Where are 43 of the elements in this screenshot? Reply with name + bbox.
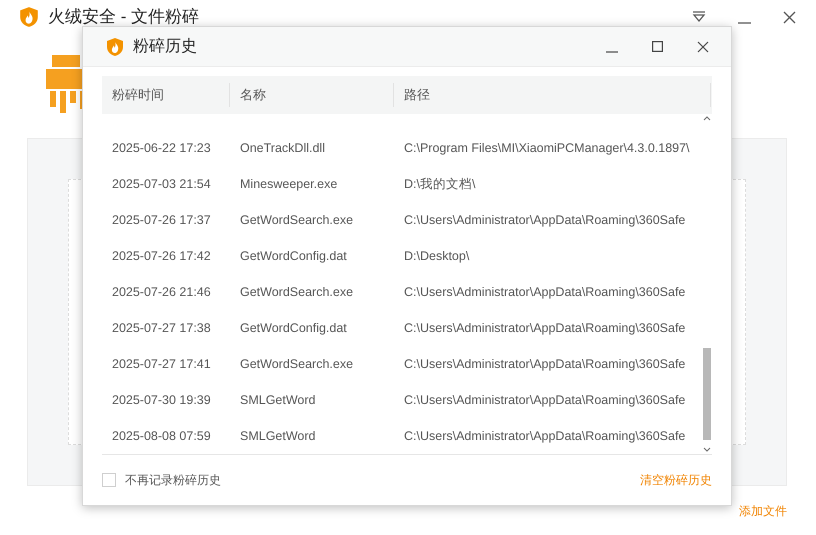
file-name-cell: GetWordConfig.dat	[240, 248, 347, 263]
checkbox[interactable]	[102, 473, 116, 487]
path-cell: D:\我的文档\	[404, 176, 476, 191]
time-cell: 2025-08-08 07:59	[112, 428, 211, 443]
file-name-cell: GetWordConfig.dat	[240, 320, 347, 335]
column-header[interactable]: 粉碎时间	[112, 85, 164, 105]
time-cell: 2025-07-26 17:42	[112, 248, 211, 263]
path-cell: C:\Users\Administrator\AppData\Roaming\360Safe	[404, 320, 686, 335]
path-cell: D:\Desktop\	[404, 248, 470, 263]
maximize-icon[interactable]	[652, 41, 663, 52]
column-header[interactable]: 路径	[404, 85, 430, 105]
scroll-up-icon[interactable]	[703, 116, 711, 121]
time-cell: 2025-07-27 17:41	[112, 356, 211, 371]
time-cell: 2025-07-03 21:54	[112, 176, 211, 191]
path-cell: C:\Users\Administrator\AppData\Roaming\360Safe	[404, 212, 686, 227]
scroll-down-icon[interactable]	[703, 447, 711, 452]
file-name-cell: Minesweeper.exe	[240, 176, 338, 191]
dropdown-menu-icon[interactable]	[692, 11, 706, 23]
dialog-logo-icon	[105, 36, 125, 56]
path-cell: C:\Users\Administrator\AppData\Roaming\360Safe	[404, 428, 686, 443]
time-cell: 2025-07-26 17:37	[112, 212, 211, 227]
path-cell: C:\Users\Administrator\AppData\Roaming\360Safe	[404, 356, 686, 371]
time-cell: 2025-06-22 17:23	[112, 140, 211, 155]
file-name-cell: GetWordSearch.exe	[240, 284, 354, 299]
window-title: 火绒安全 - 文件粉碎	[48, 6, 200, 28]
scrollbar-thumb[interactable]	[703, 348, 711, 440]
checkbox-label: 不再记录粉碎历史	[125, 472, 221, 489]
file-name-cell: SMLGetWord	[240, 428, 316, 443]
close-icon[interactable]	[697, 40, 709, 52]
path-cell: C:\Users\Administrator\AppData\Roaming\360Safe	[404, 284, 686, 299]
column-header[interactable]: 名称	[240, 85, 266, 105]
file-name-cell: OneTrackDll.dll	[240, 140, 325, 155]
file-name-cell: GetWordSearch.exe	[240, 212, 354, 227]
app-logo-icon	[18, 6, 40, 28]
file-name-cell: SMLGetWord	[240, 392, 316, 407]
time-cell: 2025-07-30 19:39	[112, 392, 211, 407]
close-icon[interactable]	[783, 10, 796, 24]
path-cell: C:\Program Files\MI\XiaomiPCManager\4.3.0.1897\	[404, 140, 690, 155]
file-name-cell: GetWordSearch.exe	[240, 356, 354, 371]
path-cell: C:\Users\Administrator\AppData\Roaming\360Safe	[404, 392, 686, 407]
time-cell: 2025-07-26 21:46	[112, 284, 211, 299]
dialog-title: 粉碎历史	[133, 36, 197, 56]
time-cell: 2025-07-27 17:38	[112, 320, 211, 335]
